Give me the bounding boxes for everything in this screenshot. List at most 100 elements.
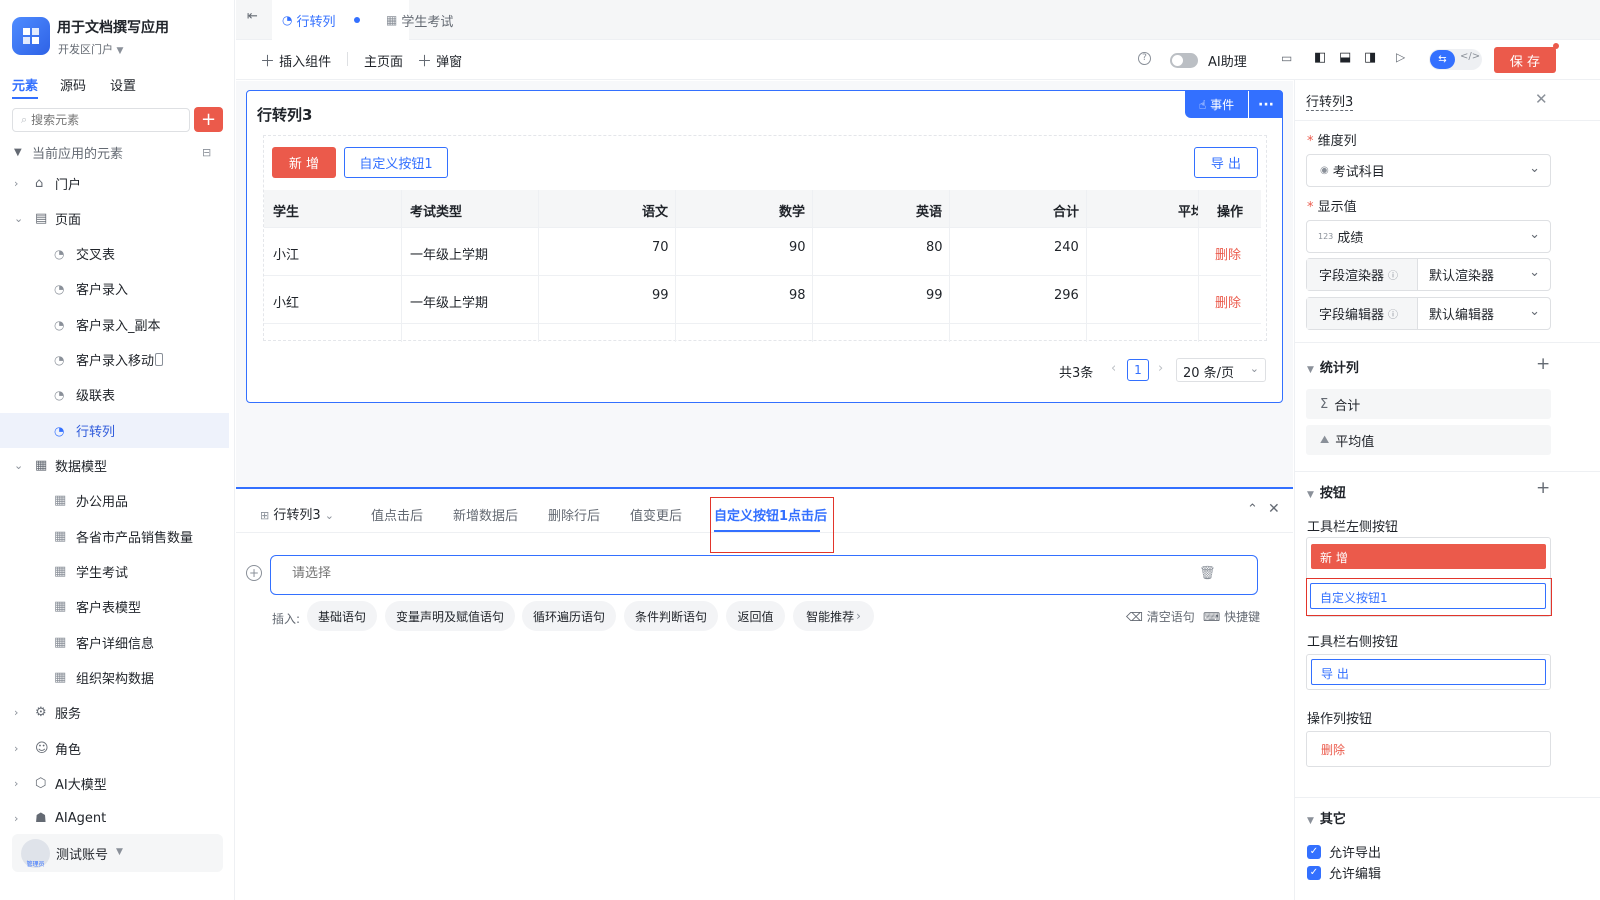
add-statement-icon[interactable]: + bbox=[246, 565, 262, 581]
shortcut-button[interactable]: ⌨ 快捷键 bbox=[1203, 608, 1260, 625]
delete-row-link[interactable]: 删除 bbox=[1215, 244, 1241, 263]
event-tab-after-add[interactable]: 新增数据后 bbox=[453, 505, 518, 524]
help-icon[interactable]: ? bbox=[1138, 52, 1151, 65]
collapse-sidebar-icon[interactable]: ⇤ bbox=[247, 9, 258, 24]
search-input[interactable] bbox=[31, 113, 172, 127]
insert-return-value[interactable]: 返回值 bbox=[726, 601, 785, 631]
left-tab-source[interactable]: 源码 bbox=[60, 75, 86, 94]
prev-page-icon[interactable]: ‹ bbox=[1111, 361, 1116, 376]
tree-item-model-org[interactable]: ▦ 组织架构数据 bbox=[0, 660, 234, 695]
event-tab-click[interactable]: 值点击后 bbox=[371, 505, 423, 524]
field-renderer-select[interactable]: 字段渲染器 ⓘ 默认渲染器 ⌄ bbox=[1306, 258, 1551, 291]
account-switcher[interactable]: 管理员 测试账号 ▼ bbox=[12, 834, 223, 872]
insert-variable-statement[interactable]: 变量声明及赋值语句 bbox=[385, 601, 515, 631]
insert-smart-recommend[interactable]: 智能推荐 › bbox=[793, 601, 874, 631]
tree-item-page-cross[interactable]: ◔ 交叉表 bbox=[0, 236, 234, 271]
clear-statements-button[interactable]: ⌫ 清空语句 bbox=[1126, 608, 1195, 625]
right-panel-icon[interactable]: ◨ bbox=[1364, 50, 1376, 65]
tree-item-model-sales[interactable]: ▦ 各省市产品销售数量 bbox=[0, 519, 234, 554]
stat-section-header[interactable]: ▼ 统计列 bbox=[1307, 357, 1359, 376]
left-tab-settings[interactable]: 设置 bbox=[110, 75, 136, 94]
insert-basic-statement[interactable]: 基础语句 bbox=[307, 601, 377, 631]
add-stat-icon[interactable]: + bbox=[1536, 354, 1550, 374]
tree-section-current[interactable]: ▼ 当前应用的元素 ⊟ bbox=[0, 135, 234, 170]
tree-item-model-customer[interactable]: ▦ 客户表模型 bbox=[0, 589, 234, 624]
tree-item-page-customer-copy[interactable]: ◔ 客户录入_副本 bbox=[0, 307, 234, 342]
statement-select[interactable]: 🗑 bbox=[270, 555, 1258, 595]
bottom-panel-icon[interactable]: ⬓ bbox=[1339, 50, 1351, 65]
design-mode-icon[interactable]: ⇆ bbox=[1430, 50, 1455, 69]
layout-icon[interactable]: ▭ bbox=[1281, 51, 1292, 65]
display-value-select[interactable]: 123 成绩 ⌄ bbox=[1306, 220, 1551, 253]
collapse-panel-icon[interactable]: ⌃ bbox=[1247, 502, 1258, 517]
right-button-export[interactable]: 导 出 bbox=[1311, 659, 1546, 685]
search-box[interactable]: ⌕ bbox=[12, 108, 190, 132]
tree-item-services[interactable]: › ⚙ 服务 bbox=[0, 695, 234, 730]
delete-row-link[interactable]: 删除 bbox=[1215, 292, 1241, 311]
allow-edit-checkbox[interactable]: ✓ 允许编辑 bbox=[1307, 863, 1381, 882]
tree-item-pages[interactable]: ⌄ ▤ 页面 bbox=[0, 201, 234, 236]
action-button-delete[interactable]: 删除 bbox=[1321, 741, 1345, 758]
left-button-add[interactable]: 新 增 bbox=[1311, 544, 1546, 569]
other-section-header[interactable]: ▼ 其它 bbox=[1307, 808, 1346, 827]
tree-item-ai-agent[interactable]: › ☗ AIAgent bbox=[0, 801, 234, 836]
dimension-select[interactable]: ◉ 考试科目 ⌄ bbox=[1306, 154, 1551, 187]
tree-item-page-row-to-col[interactable]: ◔ 行转列 bbox=[0, 413, 229, 448]
tree-item-page-customer[interactable]: ◔ 客户录入 bbox=[0, 271, 234, 306]
left-button-custom[interactable]: 自定义按钮1 bbox=[1310, 583, 1546, 609]
caret-down-icon: ▼ bbox=[14, 147, 22, 158]
table-row[interactable]: 小江 一年级上学期 70 90 80 240 删除 bbox=[264, 228, 1261, 276]
trash-icon[interactable]: 🗑 bbox=[1199, 566, 1216, 581]
view-mode-switch[interactable]: ⇆ </> bbox=[1429, 49, 1482, 70]
next-page-icon[interactable]: › bbox=[1158, 361, 1163, 376]
button-label: 事件 bbox=[1210, 98, 1235, 112]
tree-item-roles[interactable]: › ☺ 角色 bbox=[0, 731, 234, 766]
tree-item-data-model[interactable]: ⌄ ▦ 数据模型 bbox=[0, 448, 234, 483]
field-editor-select[interactable]: 字段编辑器 ⓘ 默认编辑器 ⌄ bbox=[1306, 297, 1551, 330]
tree-item-model-customer-detail[interactable]: ▦ 客户详细信息 bbox=[0, 625, 234, 660]
event-tab-custom-button[interactable]: 自定义按钮1点击后 bbox=[710, 497, 834, 553]
add-element-button[interactable]: + bbox=[194, 107, 223, 132]
tree-item-model-office[interactable]: ▦ 办公用品 bbox=[0, 483, 234, 518]
component-selector[interactable]: ⊞ 行转列3 ⌄ bbox=[260, 504, 334, 523]
left-tab-elements[interactable]: 元素 bbox=[12, 75, 38, 94]
widget-event-button[interactable]: ☝ 事件 bbox=[1185, 91, 1248, 118]
widget-more-button[interactable]: ··· bbox=[1249, 91, 1283, 118]
stat-item-average[interactable]: ⛰ 平均值 bbox=[1306, 425, 1551, 455]
popup-button[interactable]: ＋ 弹窗 bbox=[417, 50, 462, 71]
page-number-1[interactable]: 1 bbox=[1127, 359, 1149, 381]
insert-component-button[interactable]: ＋ 插入组件 bbox=[260, 50, 331, 71]
left-panel-icon[interactable]: ◧ bbox=[1314, 50, 1326, 65]
event-tab-after-delete[interactable]: 删除行后 bbox=[548, 505, 600, 524]
add-button-icon[interactable]: + bbox=[1536, 478, 1550, 498]
tree-item-portal[interactable]: › ⌂ 门户 bbox=[0, 166, 234, 201]
insert-condition-statement[interactable]: 条件判断语句 bbox=[624, 601, 718, 631]
portal-switcher[interactable]: 开发区门户 ▼ bbox=[58, 41, 123, 57]
allow-export-checkbox[interactable]: ✓ 允许导出 bbox=[1307, 842, 1381, 861]
page-size-select[interactable]: 20 条/页 ⌄ bbox=[1176, 358, 1266, 382]
tab-student-exam[interactable]: ▦ 学生考试 bbox=[386, 0, 453, 40]
button-section-header[interactable]: ▼ 按钮 bbox=[1307, 482, 1346, 501]
home-page-button[interactable]: 主页面 bbox=[364, 51, 403, 70]
widget-container[interactable]: 行转列3 ☝ 事件 ··· 新 增 自定义按钮1 导 出 学生 考试类型 语文 数… bbox=[246, 90, 1283, 403]
export-button[interactable]: 导 出 bbox=[1194, 147, 1258, 178]
tree-item-page-customer-mobile[interactable]: ◔ 客户录入移动 bbox=[0, 342, 234, 377]
event-tab-after-change[interactable]: 值变更后 bbox=[630, 505, 682, 524]
tree-item-ai-model[interactable]: › ⬡ AI大模型 bbox=[0, 766, 234, 801]
close-panel-icon[interactable]: ✕ bbox=[1268, 501, 1280, 517]
page-gear-icon: ◔ bbox=[54, 423, 65, 438]
ai-toggle[interactable] bbox=[1170, 53, 1198, 68]
code-mode-icon[interactable]: </> bbox=[1460, 51, 1480, 62]
custom-button-1[interactable]: 自定义按钮1 bbox=[344, 147, 448, 178]
table-row[interactable]: 小红 一年级上学期 99 98 99 296 删除 bbox=[264, 276, 1261, 324]
statement-input[interactable] bbox=[292, 566, 992, 581]
play-icon[interactable]: ▷ bbox=[1396, 50, 1405, 64]
close-icon[interactable]: ✕ bbox=[1535, 90, 1548, 108]
add-button[interactable]: 新 增 bbox=[272, 147, 336, 178]
tree-item-model-exam[interactable]: ▦ 学生考试 bbox=[0, 554, 234, 589]
insert-loop-statement[interactable]: 循环遍历语句 bbox=[522, 601, 616, 631]
stat-item-total[interactable]: Σ 合计 bbox=[1306, 389, 1551, 419]
collapse-all-icon[interactable]: ⊟ bbox=[202, 146, 211, 159]
save-button[interactable]: 保 存 bbox=[1494, 47, 1556, 73]
tree-item-page-cascade[interactable]: ◔ 级联表 bbox=[0, 377, 234, 412]
